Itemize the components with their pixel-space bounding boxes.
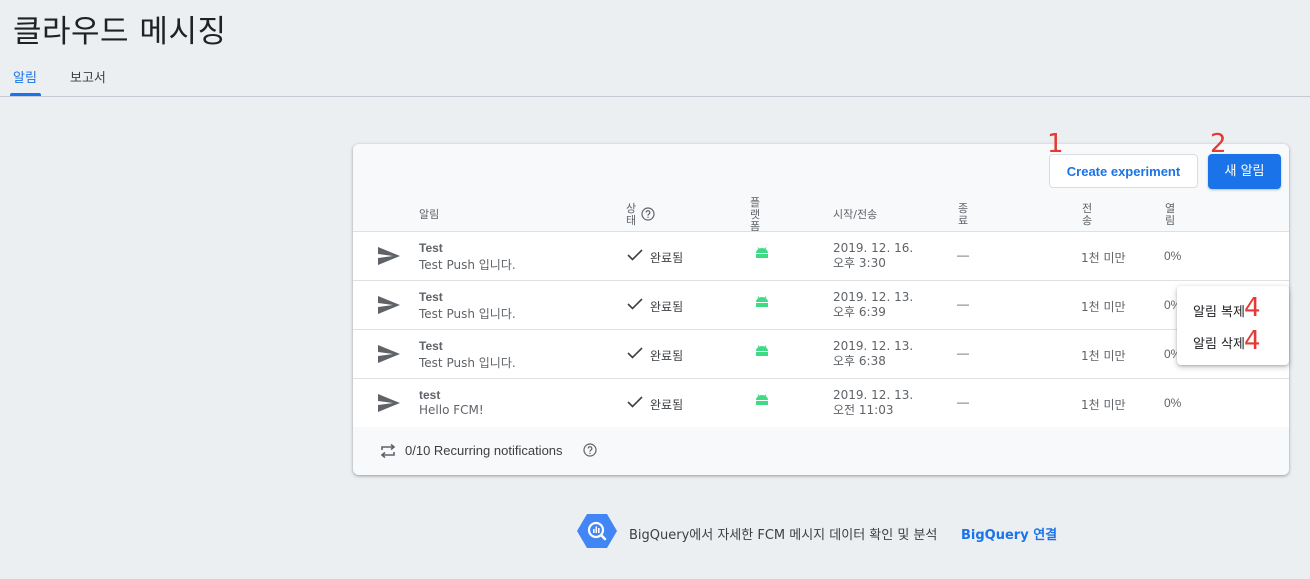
start-date: 2019. 12. 13. 오후 6:38 [833,339,914,368]
notification-name: Test [419,241,443,255]
header-open: 열림 [1164,202,1176,227]
notification-name: test [419,388,441,402]
open-rate: 0% [1164,396,1182,410]
android-icon [756,296,768,307]
table-row[interactable]: Test Test Push 입니다. 완료됨 2019. 12. 13. 오후 … [353,281,1289,330]
end-date: — [957,395,969,409]
sent-count: 1천 미만 [1081,251,1126,265]
table-row[interactable]: Test Test Push 입니다. 완료됨 2019. 12. 13. 오후 … [353,330,1289,379]
send-icon [378,247,400,265]
header-end: 종료 [957,202,969,227]
recurring-notifications-count: 0/10 Recurring notifications [405,443,563,458]
open-rate: 0% [1164,249,1182,263]
tab-active-indicator [10,93,41,96]
send-icon [378,394,400,412]
check-icon [627,396,643,408]
status-text: 완료됨 [650,251,684,265]
table-row[interactable]: test Hello FCM! 완료됨 2019. 12. 13. 오전 11:0… [353,379,1289,427]
row-context-menu: 알림 복제 알림 삭제 4 4 [1177,286,1289,365]
bigquery-description: BigQuery에서 자세한 FCM 메시지 데이터 확인 및 분석 [629,528,938,543]
table-header: 알림 상태 플랫폼 시작/전송 종료 전송 열림 [353,196,1289,233]
status-text: 완료됨 [650,300,684,314]
tab-bar: 알림 보고서 [0,62,1310,97]
annotation-2: 2 [1210,129,1227,159]
header-notification: 알림 [419,208,440,221]
android-icon [756,247,768,258]
new-notification-button[interactable]: 새 알림 [1208,154,1281,189]
check-icon [627,347,643,359]
notification-name: Test [419,339,443,353]
create-experiment-button[interactable]: Create experiment [1049,154,1198,188]
notification-text: Hello FCM! [419,403,484,417]
table-row[interactable]: Test Test Push 입니다. 완료됨 2019. 12. 16. 오후 … [353,232,1289,281]
card-footer: 0/10 Recurring notifications [353,427,1289,475]
end-date: — [957,346,969,360]
page-title: 클라우드 메시징 [13,14,227,50]
start-date: 2019. 12. 13. 오후 6:39 [833,290,914,319]
notification-name: Test [419,290,443,304]
start-date: 2019. 12. 13. 오전 11:03 [833,388,914,417]
status-text: 완료됨 [650,349,684,363]
menu-item-duplicate[interactable]: 알림 복제 [1193,301,1245,320]
sent-count: 1천 미만 [1081,398,1126,412]
android-icon [756,345,768,356]
start-date: 2019. 12. 16. 오후 3:30 [833,241,914,270]
header-sent: 전송 [1081,202,1093,227]
sent-count: 1천 미만 [1081,349,1126,363]
notification-text: Test Push 입니다. [419,258,516,272]
notifications-card: Create experiment 새 알림 1 2 3 알림 상태 플랫폼 시… [353,131,1289,475]
annotation-4: 4 [1244,293,1261,323]
help-icon[interactable] [641,207,655,226]
check-icon [627,298,643,310]
end-date: — [957,297,969,311]
send-icon [378,296,400,314]
android-icon [756,394,768,405]
header-platform: 플랫폼 [749,196,761,233]
annotation-4: 4 [1244,326,1261,356]
send-icon [378,345,400,363]
bigquery-link[interactable]: BigQuery 연결 [961,524,1057,543]
sent-count: 1천 미만 [1081,300,1126,314]
tab-reports[interactable]: 보고서 [70,67,106,86]
notification-text: Test Push 입니다. [419,356,516,370]
repeat-icon [380,443,396,459]
tab-notifications[interactable]: 알림 [13,67,37,86]
header-start: 시작/전송 [833,208,878,221]
help-icon[interactable] [583,443,597,457]
menu-item-delete[interactable]: 알림 삭제 [1193,333,1245,352]
header-status: 상태 [625,202,637,227]
annotation-1: 1 [1047,129,1064,159]
check-icon [627,249,643,261]
notification-text: Test Push 입니다. [419,307,516,321]
bigquery-icon [577,514,617,548]
card-toolbar: Create experiment 새 알림 [353,144,1289,199]
end-date: — [957,248,969,262]
status-text: 완료됨 [650,398,684,412]
